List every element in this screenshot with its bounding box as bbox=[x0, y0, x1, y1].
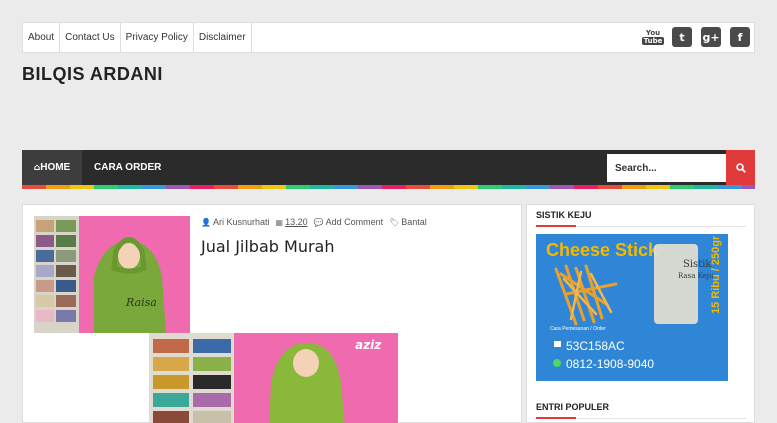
blog-title[interactable]: BILQIS ARDANI bbox=[22, 64, 163, 85]
nav-rainbow-divider bbox=[22, 185, 755, 189]
tag-icon: 🏷 bbox=[389, 217, 400, 227]
post-thumbnail[interactable]: Raisa bbox=[34, 216, 190, 333]
top-link-disclaimer[interactable]: Disclaimer bbox=[194, 23, 252, 52]
comment-icon: 💬 bbox=[313, 217, 324, 227]
widget-accent-line-2 bbox=[536, 417, 576, 419]
post-image-caption: aziz bbox=[355, 338, 382, 352]
search-input[interactable] bbox=[607, 154, 726, 182]
sistik-keju-ad[interactable]: Cheese Stick Sistik Rasa Keju 15 Ribu / … bbox=[536, 234, 728, 381]
page: About Contact Us Privacy Policy Disclaim… bbox=[0, 0, 777, 423]
nav-cara-order[interactable]: CARA ORDER bbox=[94, 150, 161, 185]
post-author[interactable]: Ari Kusnurhati bbox=[213, 217, 270, 227]
ad-pin: 53C158AC bbox=[566, 339, 625, 353]
sidebar: SISTIK KEJU Cheese Stick Sistik Rasa Kej… bbox=[526, 204, 755, 423]
ad-sub1: Sistik bbox=[683, 259, 712, 270]
post-card: Raisa 👤 Ari Kusnurhati ▦ 13.20 💬 Add Commen… bbox=[22, 204, 522, 423]
thumb-caption: Raisa bbox=[125, 296, 157, 309]
facebook-icon[interactable]: f bbox=[730, 27, 750, 47]
youtube-icon[interactable]: You Tube bbox=[641, 27, 665, 47]
widget-title-entri-populer: ENTRI POPULER bbox=[536, 402, 610, 412]
ad-headline: Cheese Stick bbox=[546, 240, 659, 260]
post-comment-link[interactable]: Add Comment bbox=[326, 217, 384, 227]
main-nav: ⌂HOME CARA ORDER bbox=[22, 150, 755, 185]
twitter-icon[interactable]: t bbox=[672, 27, 692, 47]
calendar-icon: ▦ bbox=[275, 217, 284, 227]
ad-note: Cara Pemesanan / Order bbox=[550, 326, 606, 332]
nav-home-label: HOME bbox=[40, 162, 71, 173]
post-time[interactable]: 13.20 bbox=[285, 217, 308, 227]
ad-price: 15 Ribu / 250gr bbox=[710, 235, 722, 314]
top-link-about[interactable]: About bbox=[23, 23, 61, 52]
search-icon bbox=[735, 162, 746, 173]
ad-phone: 0812-1908-9040 bbox=[566, 357, 654, 371]
post-meta: 👤 Ari Kusnurhati ▦ 13.20 💬 Add Comment 🏷 Ban… bbox=[201, 217, 427, 227]
widget-accent-line bbox=[536, 225, 576, 227]
user-icon: 👤 bbox=[201, 217, 211, 227]
widget-title-sistik-keju: SISTIK KEJU bbox=[536, 210, 592, 220]
nav-home[interactable]: ⌂HOME bbox=[22, 150, 82, 185]
search-button[interactable] bbox=[726, 150, 755, 185]
top-links: About Contact Us Privacy Policy Disclaim… bbox=[23, 23, 252, 52]
top-link-bar: About Contact Us Privacy Policy Disclaim… bbox=[22, 22, 755, 53]
post-title[interactable]: Jual Jilbab Murah bbox=[201, 237, 334, 256]
post-image: aziz bbox=[149, 333, 398, 423]
post-label[interactable]: Bantal bbox=[401, 217, 427, 227]
social-icons: You Tube t g+ f bbox=[641, 27, 750, 47]
google-plus-icon[interactable]: g+ bbox=[701, 27, 721, 47]
top-link-contact[interactable]: Contact Us bbox=[60, 23, 121, 52]
top-link-privacy[interactable]: Privacy Policy bbox=[121, 23, 194, 52]
ad-sub2: Rasa Keju bbox=[678, 272, 714, 280]
